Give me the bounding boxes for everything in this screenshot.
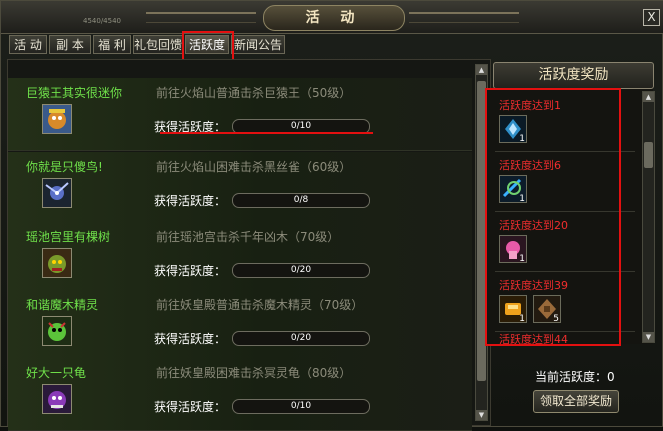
scroll-down-icon[interactable]: ▼ <box>643 332 654 342</box>
scroll-thumb[interactable] <box>644 142 653 168</box>
activity-list: 巨猿王其实很迷你 前往火焰山普通击杀巨猿王（50级） 获得活跃度： 0/10 你… <box>7 59 491 431</box>
activity-row[interactable]: 巨猿王其实很迷你 前往火焰山普通击杀巨猿王（50级） 获得活跃度： 0/10 <box>8 78 472 151</box>
activity-name[interactable]: 你就是只傻鸟! <box>26 158 103 175</box>
gain-label: 获得活跃度： <box>154 400 227 414</box>
reward-title-text: 活跃度奖励 <box>538 67 609 83</box>
gain-label: 获得活跃度： <box>154 332 227 346</box>
activity-name[interactable]: 巨猿王其实很迷你 <box>26 84 122 101</box>
activity-desc: 前往妖皇殿普通击杀魔木精灵（70级） <box>156 298 364 312</box>
activity-row[interactable]: 你就是只傻鸟! 前往火焰山困难击杀黑丝雀（60级） 获得活跃度： 0/8 <box>8 152 472 225</box>
title-bar[interactable]: 4540/4540 活 动 X <box>1 1 663 34</box>
activity-name[interactable]: 瑶池宫里有棵树 <box>26 228 110 245</box>
turtle-icon[interactable] <box>42 384 72 414</box>
tab-news[interactable]: 新闻公告 <box>231 35 285 54</box>
activity-desc: 前往妖皇殿困难击杀冥灵龟（80级） <box>156 366 352 380</box>
gain-label: 获得活跃度： <box>154 264 227 278</box>
tree-monster-icon[interactable] <box>42 248 72 278</box>
window-title: 活 动 <box>263 5 405 31</box>
wood-spirit-icon[interactable] <box>42 316 72 346</box>
tab-welfare[interactable]: 福 利 <box>93 35 131 54</box>
black-bird-icon[interactable] <box>42 178 72 208</box>
tab-activity[interactable]: 活 动 <box>9 35 47 54</box>
highlight-underline <box>160 132 373 134</box>
progress-text: 0/20 <box>290 265 312 275</box>
gain-label: 获得活跃度： <box>154 194 227 208</box>
scroll-down-icon[interactable]: ▼ <box>476 410 487 420</box>
activity-row[interactable]: 好大一只龟 前往妖皇殿困难击杀冥灵龟（80级） 获得活跃度： 0/10 <box>8 358 472 431</box>
progress-text: 0/10 <box>290 401 312 411</box>
close-button[interactable]: X <box>643 9 660 26</box>
monkey-king-icon[interactable] <box>42 104 72 134</box>
header-left-text: 4540/4540 <box>83 17 121 25</box>
activity-row[interactable]: 和谐魔木精灵 前往妖皇殿普通击杀魔木精灵（70级） 获得活跃度： 0/20 <box>8 290 472 363</box>
tab-dungeon[interactable]: 副 本 <box>49 35 91 54</box>
reward-list-highlight <box>485 88 621 346</box>
claim-all-rewards-button[interactable]: 领取全部奖励 <box>533 390 619 413</box>
title-ornament-right <box>409 12 519 23</box>
reward-scrollbar[interactable]: ▲ ▼ <box>642 91 655 343</box>
progress-text: 0/8 <box>293 195 309 205</box>
progress-bar: 0/8 <box>232 193 370 208</box>
tab-gift-feedback[interactable]: 礼包回馈 <box>133 35 183 54</box>
reward-panel-title: 活跃度奖励 <box>493 62 654 89</box>
progress-bar: 0/20 <box>232 331 370 346</box>
activity-desc: 前往火焰山普通击杀巨猿王（50级） <box>156 86 352 100</box>
progress-text: 0/20 <box>290 333 312 343</box>
activity-row[interactable]: 瑶池宫里有棵树 前往瑶池宫击杀千年凶木（70级） 获得活跃度： 0/20 <box>8 222 472 295</box>
activity-desc: 前往瑶池宫击杀千年凶木（70级） <box>156 230 340 244</box>
progress-bar: 0/10 <box>232 399 370 414</box>
activity-name[interactable]: 好大一只龟 <box>26 364 86 381</box>
progress-bar: 0/20 <box>232 263 370 278</box>
activity-desc: 前往火焰山困难击杀黑丝雀（60级） <box>156 160 352 174</box>
activity-window: 4540/4540 活 动 X 活 动 副 本 福 利 礼包回馈 活跃度 新闻公… <box>0 0 663 431</box>
title-ornament-left <box>146 12 256 23</box>
scroll-up-icon[interactable]: ▲ <box>476 65 487 75</box>
current-activeness: 当前活跃度：0 <box>535 370 615 384</box>
scroll-up-icon[interactable]: ▲ <box>643 92 654 102</box>
active-tab-highlight <box>182 31 234 61</box>
activity-name[interactable]: 和谐魔木精灵 <box>26 296 98 313</box>
